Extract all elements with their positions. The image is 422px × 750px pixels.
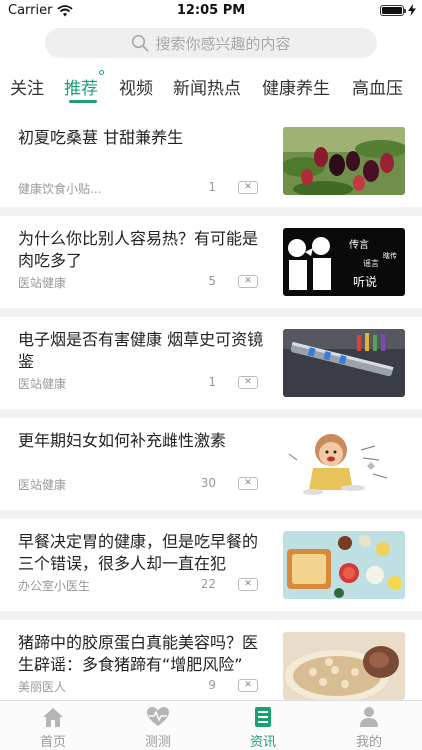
tab-news-hot[interactable]: 新闻热点 (173, 74, 241, 99)
status-time: 12:05 PM (176, 3, 246, 18)
mulberries-image (283, 127, 405, 195)
search-placeholder: 搜索你感兴趣的内容 (155, 34, 291, 53)
article-item[interactable]: 初夏吃桑葚 甘甜兼养生 健康饮食小贴... 1 ✕ (0, 115, 422, 207)
poster-text-1: 传言 (349, 238, 369, 251)
tabbar-label: 资讯 (249, 735, 276, 750)
pork-trotter-soup-image (283, 632, 405, 700)
dismiss-button[interactable]: ✕ (238, 181, 258, 194)
bottom-tab-bar: 首页 测测 资讯 我的 (0, 700, 422, 750)
article-thumbnail (283, 430, 405, 498)
breakfast-image (283, 531, 405, 599)
charging-bolt-icon (408, 4, 416, 16)
article-source: 办公室小医生 (18, 579, 91, 593)
dismiss-button[interactable]: ✕ (238, 376, 258, 389)
heartbeat-icon (147, 707, 169, 726)
news-icon (255, 707, 271, 727)
article-title: 电子烟是否有害健康 烟草史可资镜鉴 (18, 330, 264, 371)
article-comment-count: 5 (208, 274, 216, 288)
article-comment-count: 9 (208, 678, 216, 692)
dismiss-button[interactable]: ✕ (238, 679, 258, 692)
tabbar-news[interactable]: 资讯 (233, 706, 293, 750)
new-dot-indicator (99, 70, 104, 75)
tabbar-label: 首页 (39, 735, 66, 750)
dismiss-button[interactable]: ✕ (238, 477, 258, 490)
article-source: 医站健康 (18, 478, 67, 492)
separator (0, 308, 422, 317)
rumor-poster-image: 传言 瞎传 谣言 听说 (283, 228, 405, 296)
dismiss-button[interactable]: ✕ (238, 275, 258, 288)
article-item[interactable]: 早餐决定胃的健康，但是吃早餐的三个错误，很多人却一直在犯 办公室小医生 22 ✕ (0, 519, 422, 611)
poster-text-4: 听说 (353, 274, 377, 289)
separator (0, 207, 422, 216)
profile-icon (360, 707, 378, 727)
article-comment-count: 22 (200, 577, 216, 591)
active-tab-underline (69, 100, 97, 103)
tab-health[interactable]: 健康养生 (262, 74, 330, 99)
article-title: 为什么你比别人容易热？有可能是肉吃多了 (18, 229, 259, 270)
article-source: 医站健康 (18, 377, 67, 391)
e-cigarette-image (283, 329, 405, 397)
article-item[interactable]: 为什么你比别人容易热？有可能是肉吃多了 医站健康 5 ✕ 传言 瞎传 谣言 听说 (0, 216, 422, 308)
article-thumbnail (283, 127, 405, 195)
article-source: 美丽医人 (18, 680, 67, 694)
tabbar-profile[interactable]: 我的 (339, 706, 399, 750)
article-title: 初夏吃桑葚 甘甜兼养生 (18, 128, 184, 147)
category-tabs: 关注 推荐 视频 新闻热点 健康养生 高血压 (0, 66, 422, 106)
search-input[interactable]: 搜索你感兴趣的内容 (45, 28, 377, 58)
tabbar-label: 测测 (144, 735, 171, 750)
poster-text-3: 瞎传 (383, 251, 397, 260)
article-source: 健康饮食小贴... (18, 182, 102, 196)
article-thumbnail (283, 632, 405, 700)
article-title: 早餐决定胃的健康，但是吃早餐的三个错误，很多人却一直在犯 (18, 532, 259, 573)
poster-text-2: 谣言 (363, 258, 379, 268)
search-icon (132, 34, 149, 52)
article-thumbnail (283, 531, 405, 599)
tabbar-test[interactable]: 测测 (128, 706, 188, 750)
article-comment-count: 30 (200, 476, 216, 490)
article-source: 医站健康 (18, 276, 67, 290)
article-title: 更年期妇女如何补充雌性激素 (18, 431, 227, 450)
article-comment-count: 1 (208, 180, 216, 194)
article-thumbnail: 传言 瞎传 谣言 听说 (283, 228, 405, 296)
article-comment-count: 1 (208, 375, 216, 389)
article-title: 猪蹄中的胶原蛋白真能美容吗？医生辟谣：多食猪蹄有“增肥风险” (18, 633, 259, 674)
dismiss-button[interactable]: ✕ (238, 578, 258, 591)
home-icon (43, 708, 63, 727)
article-thumbnail (283, 329, 405, 397)
battery-icon (380, 4, 406, 16)
tabbar-label: 我的 (355, 735, 382, 750)
status-bar: Carrier 12:05 PM (0, 0, 422, 22)
tab-recommended[interactable]: 推荐 (64, 74, 98, 99)
tabbar-home[interactable]: 首页 (23, 706, 83, 750)
separator (0, 611, 422, 620)
separator (0, 510, 422, 519)
tab-follow[interactable]: 关注 (10, 74, 44, 99)
status-right (380, 4, 416, 16)
separator (0, 409, 422, 418)
article-item[interactable]: 更年期妇女如何补充雌性激素 医站健康 30 ✕ (0, 418, 422, 510)
tab-video[interactable]: 视频 (119, 74, 153, 99)
tab-hypertension[interactable]: 高血压 (352, 74, 403, 99)
article-item[interactable]: 电子烟是否有害健康 烟草史可资镜鉴 医站健康 1 ✕ (0, 317, 422, 409)
cartoon-woman-image (283, 430, 405, 498)
article-item[interactable]: 猪蹄中的胶原蛋白真能美容吗？医生辟谣：多食猪蹄有“增肥风险” 美丽医人 9 ✕ (0, 620, 422, 712)
